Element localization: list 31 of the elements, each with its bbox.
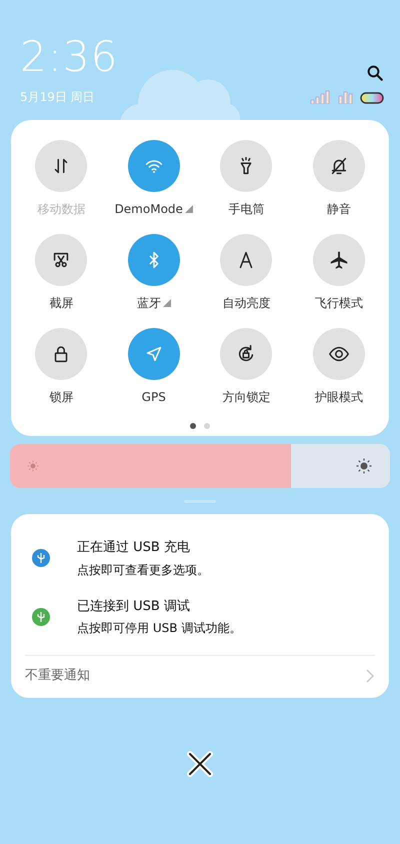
notification-title: 已连接到 USB 调试 [77,598,191,616]
notification[interactable]: 已连接到 USB 调试 点按即可停用 USB 调试功能。 [11,588,389,647]
unimportant-notifications-link[interactable]: 不重要通知 [25,666,90,686]
toggle-label: 自动亮度 [222,295,270,312]
toggle-label: 飞行模式 [314,295,363,312]
usb-icon [31,548,51,568]
page-indicator-dot[interactable] [190,423,196,429]
brightness-slider[interactable] [10,444,390,488]
toggle-label: 静音 [326,201,351,218]
sun-icon [354,456,374,476]
notification-title: 正在通过 USB 充电 [77,539,191,557]
sun-icon [26,459,40,473]
toggle-label: 护眼模式 [314,389,363,406]
notification-text: 点按即可查看更多选项。 [77,562,209,578]
notification-text: 点按即可停用 USB 调试功能。 [77,620,242,637]
notification[interactable]: 正在通过 USB 充电 点按即可查看更多选项。 [11,530,389,588]
toggle-label: DemoMode [114,201,183,218]
chevron-right-icon [365,668,375,684]
toggle-label: 截屏 [49,295,74,312]
toggle-label: 锁屏 [49,389,74,406]
toggle-label: 方向锁定 [222,389,270,406]
page-indicator-dot[interactable] [204,423,210,429]
battery-icon [360,92,384,104]
toggle-label: GPS [142,389,166,406]
toggle-label: 移动数据 [37,201,86,218]
search-button[interactable] [366,64,384,82]
date-text: 5月19日 周日 [20,89,95,106]
close-button[interactable] [186,750,214,778]
clock-time: 2:36 [20,36,118,78]
toggle-label: 手电筒 [228,201,264,218]
toggle-label: 蓝牙 [136,295,161,312]
